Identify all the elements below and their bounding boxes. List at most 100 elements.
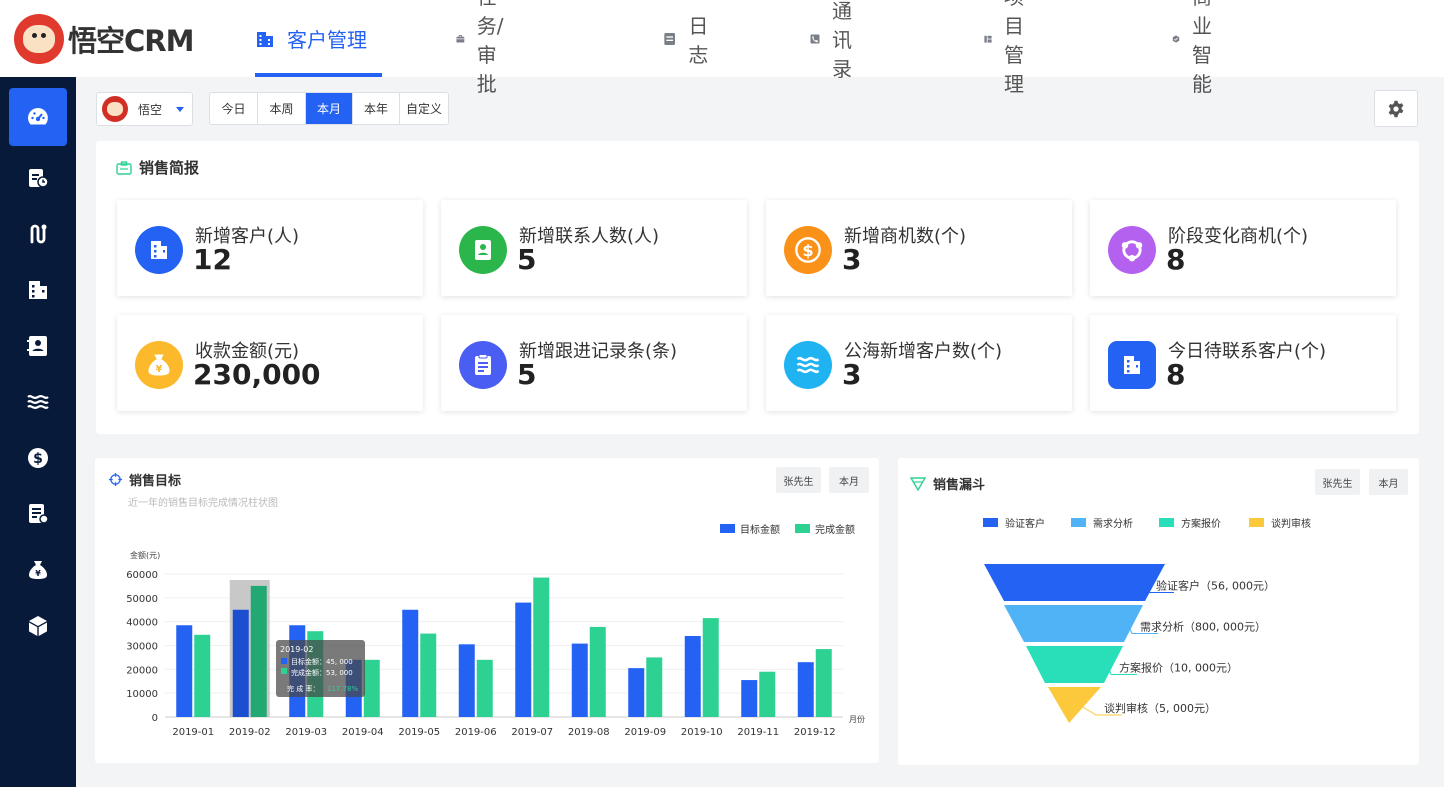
- sidebar-item-customers[interactable]: [9, 261, 67, 319]
- stat-received-amount[interactable]: ¥ 收款金额(元) 230,000: [117, 315, 423, 411]
- sidebar-item-contracts[interactable]: [9, 485, 67, 543]
- bar-target-2019-06[interactable]: [458, 644, 475, 717]
- tooltip-done: 完成金额：53, 000: [291, 668, 353, 677]
- sidebar-item-dashboard[interactable]: [9, 88, 67, 146]
- x-tick-label: 2019-10: [681, 727, 723, 738]
- bar-done-2019-09[interactable]: [646, 657, 663, 717]
- bar-done-2019-05[interactable]: [420, 633, 437, 717]
- bar-target-2019-08[interactable]: [571, 643, 588, 717]
- clipboard-clock-icon: [29, 169, 49, 188]
- phone-book-icon: [810, 34, 820, 43]
- sidebar-item-receivables[interactable]: ¥: [9, 541, 67, 599]
- period-today-button[interactable]: 今日: [210, 93, 258, 124]
- legend-swatch[interactable]: [1159, 518, 1174, 527]
- funnel-segment-需求分析[interactable]: [1004, 605, 1143, 642]
- bar-target-2019-12[interactable]: [797, 662, 814, 717]
- bar-done-2019-04[interactable]: [363, 659, 380, 717]
- user-name: 悟空: [138, 102, 163, 117]
- legend-swatch[interactable]: [1249, 518, 1264, 527]
- svg-text:¥: ¥: [156, 364, 163, 375]
- legend-swatch[interactable]: [983, 518, 998, 527]
- stat-label: 公海新增客户数(个): [844, 341, 1003, 362]
- sales-brief-card: 销售简报 新增客户(人) 12 新增联系人数(人) 5 $ 新增商机数(个) 3…: [96, 141, 1419, 434]
- bar-done-2019-01[interactable]: [194, 634, 211, 717]
- legend-label[interactable]: 方案报价: [1181, 517, 1221, 530]
- nav-item-business-intelligence[interactable]: 商业智能: [1172, 0, 1224, 96]
- building-icon: [257, 31, 273, 47]
- tooltip-swatch: [281, 658, 287, 664]
- bar-done-2019-11[interactable]: [759, 671, 776, 717]
- legend-label[interactable]: 验证客户: [1005, 517, 1045, 530]
- bar-target-2019-11[interactable]: [741, 680, 758, 717]
- bar-done-2019-08[interactable]: [589, 626, 606, 717]
- nav-item-logs[interactable]: 日志: [663, 0, 715, 77]
- nav-item-customer-management[interactable]: 客户管理: [255, 0, 382, 77]
- nav-item-contacts[interactable]: 通讯录: [810, 0, 862, 81]
- stat-value: 230,000: [193, 358, 321, 391]
- bar-target-2019-09[interactable]: [628, 668, 645, 717]
- contact-card-icon: [27, 336, 47, 356]
- bar-target-2019-10[interactable]: [684, 635, 701, 717]
- nav-label: 日志: [688, 13, 709, 67]
- section-title-text: 销售简报: [139, 159, 200, 177]
- sidebar-item-tasks[interactable]: [9, 149, 67, 207]
- bar-done-2019-07[interactable]: [533, 577, 550, 717]
- app-logo[interactable]: 悟空CRM: [14, 14, 194, 64]
- y-tick-label: 40000: [126, 618, 158, 629]
- legend-swatch[interactable]: [720, 524, 735, 533]
- stat-pool-new-customers[interactable]: 公海新增客户数(个) 3: [766, 315, 1072, 411]
- sales-funnel-card: 销售漏斗 张先生 本月 验证客户 需求分析 方案报价 谈判审核 验证客户（56, 000…: [898, 458, 1419, 765]
- x-tick-label: 2019-04: [342, 727, 384, 738]
- x-tick-label: 2019-12: [794, 727, 836, 738]
- stat-stage-changes[interactable]: 阶段变化商机(个) 8: [1090, 200, 1396, 296]
- sidebar-item-opportunities[interactable]: $: [9, 429, 67, 487]
- bar-target-2019-07[interactable]: [515, 602, 532, 717]
- legend-swatch[interactable]: [795, 524, 810, 533]
- period-week-button[interactable]: 本周: [258, 93, 306, 124]
- legend-label[interactable]: 谈判审核: [1271, 517, 1311, 530]
- nav-label: 客户管理: [287, 28, 367, 52]
- x-tick-label: 2019-09: [624, 727, 666, 738]
- contact-card-icon: [459, 226, 507, 274]
- bar-done-2019-10[interactable]: [702, 618, 719, 717]
- legend-label[interactable]: 需求分析: [1093, 517, 1133, 530]
- gear-icon: [1388, 100, 1404, 117]
- stat-new-opportunities[interactable]: $ 新增商机数(个) 3: [766, 200, 1072, 296]
- sidebar-item-products[interactable]: [9, 597, 67, 655]
- stat-new-customers[interactable]: 新增客户(人) 12: [117, 200, 423, 296]
- tooltip-target: 目标金额：45, 000: [291, 657, 353, 666]
- stat-today-pending-customers[interactable]: 今日待联系客户(个) 8: [1090, 315, 1396, 411]
- legend-label[interactable]: 目标金额: [740, 523, 780, 536]
- bar-done-2019-06[interactable]: [476, 659, 493, 717]
- stat-value: 3: [842, 358, 862, 391]
- period-month-button[interactable]: 本月: [306, 93, 353, 124]
- stat-new-contacts[interactable]: 新增联系人数(人) 5: [441, 200, 747, 296]
- sidebar-item-contacts[interactable]: [9, 317, 67, 375]
- x-tick-label: 2019-07: [511, 727, 553, 738]
- nav-label: 任务/审批: [476, 0, 504, 96]
- bar-done-2019-02[interactable]: [250, 585, 267, 717]
- funnel-label: 需求分析（800, 000元）: [1140, 620, 1266, 634]
- nav-item-tasks[interactable]: 任务/审批: [456, 0, 515, 96]
- period-custom-button[interactable]: 自定义: [400, 93, 448, 124]
- period-year-button[interactable]: 本年: [353, 93, 400, 124]
- funnel-segment-方案报价[interactable]: [1026, 646, 1123, 683]
- bar-done-2019-12[interactable]: [815, 649, 832, 717]
- legend-label[interactable]: 完成金额: [815, 523, 855, 536]
- bar-target-2019-01[interactable]: [176, 625, 193, 717]
- user-select[interactable]: 悟空: [96, 92, 193, 126]
- funnel-label: 谈判审核（5, 000元）: [1104, 701, 1216, 715]
- y-tick-label: 10000: [126, 689, 158, 700]
- settings-button[interactable]: [1374, 90, 1418, 127]
- bar-target-2019-02[interactable]: [232, 609, 249, 717]
- tooltip-rate-label: 完 成 率：: [287, 684, 319, 693]
- legend-swatch[interactable]: [1071, 518, 1086, 527]
- funnel-segment-谈判审核[interactable]: [1048, 687, 1101, 723]
- sidebar-item-clues[interactable]: [9, 205, 67, 263]
- bar-target-2019-05[interactable]: [402, 609, 419, 717]
- nav-item-projects[interactable]: 项目管理: [984, 0, 1036, 96]
- funnel-segment-验证客户[interactable]: [984, 564, 1165, 601]
- stat-new-followups[interactable]: 新增跟进记录条(条) 5: [441, 315, 747, 411]
- sidebar-item-pool[interactable]: [9, 373, 67, 431]
- money-bag-icon: ¥: [29, 561, 47, 579]
